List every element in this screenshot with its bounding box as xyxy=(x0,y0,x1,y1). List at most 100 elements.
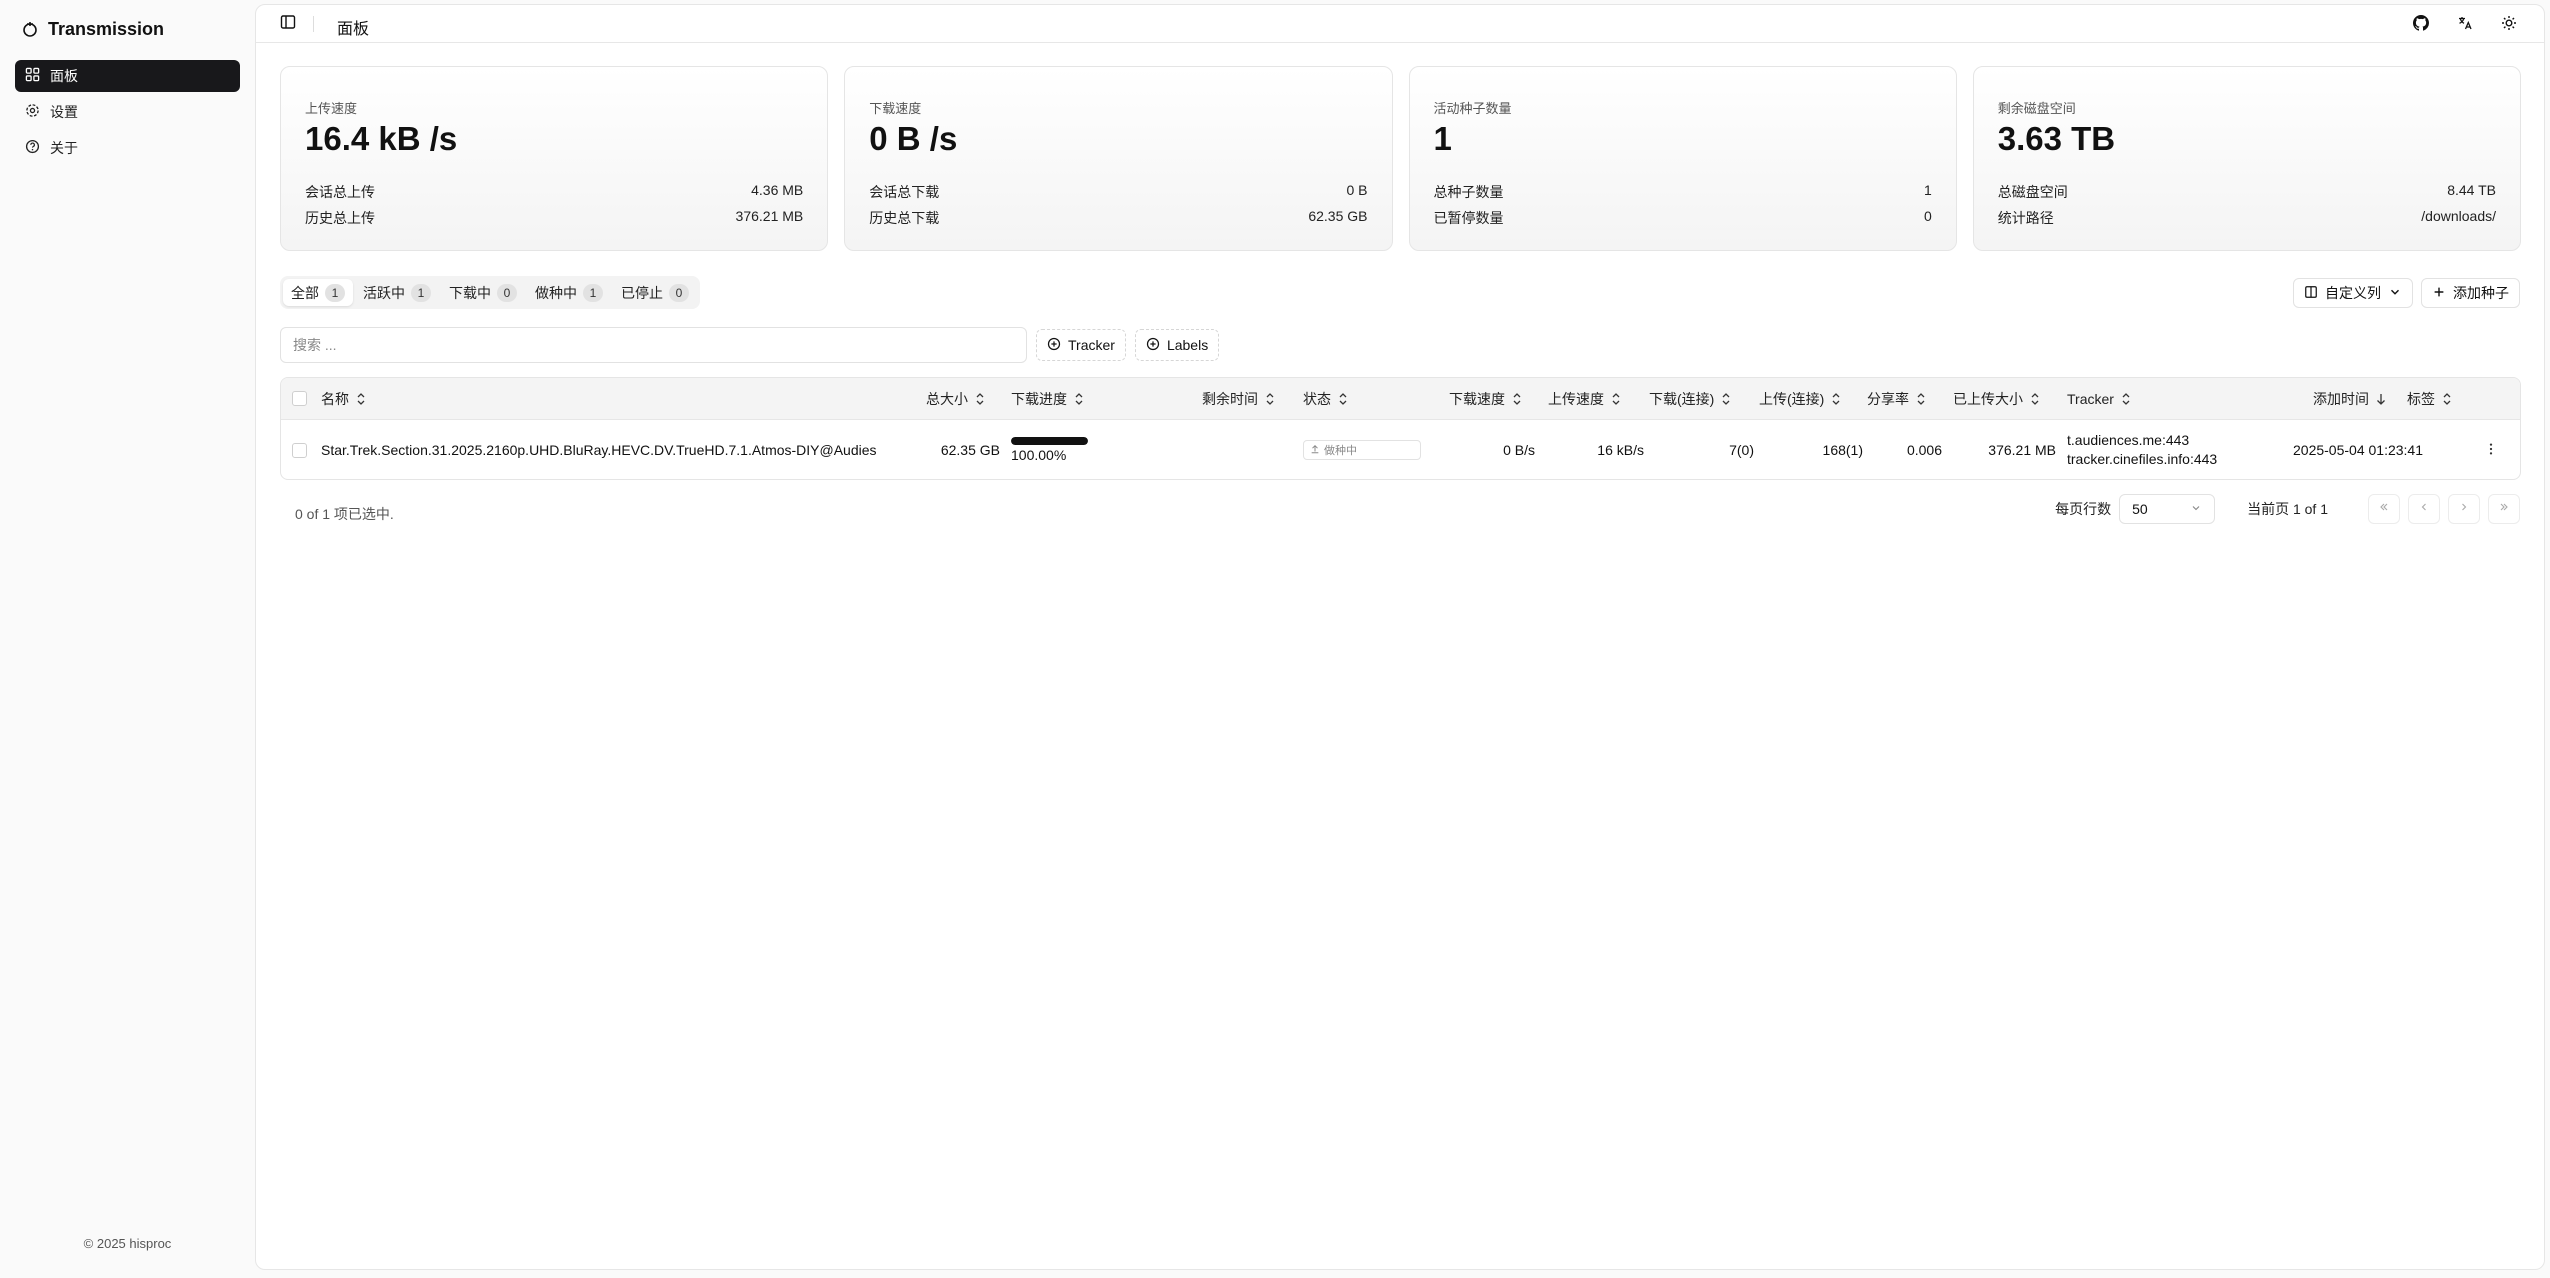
stats-cards: 上传速度 16.4 kB /s 会话总上传 4.36 MB 历史总上传 376.21… xyxy=(280,66,2521,251)
search-input[interactable] xyxy=(280,327,1027,363)
col-added[interactable]: 添加时间 xyxy=(2313,378,2387,419)
arrow-down-icon xyxy=(2375,392,2387,406)
tab-active[interactable]: 活跃中 1 xyxy=(355,279,439,306)
sort-icon xyxy=(1915,392,1927,406)
custom-columns-button[interactable]: 自定义列 xyxy=(2293,278,2413,308)
col-size[interactable]: 总大小 xyxy=(926,378,986,419)
col-tracker[interactable]: Tracker xyxy=(2067,378,2132,419)
tracker-filter-button[interactable]: Tracker xyxy=(1036,329,1126,361)
torrent-upload-speed: 16 kB/s xyxy=(1597,442,1644,458)
row-checkbox[interactable] xyxy=(292,442,307,458)
card-value: 3.63 TB xyxy=(1997,120,2116,157)
rows-per-page-select[interactable]: 50 xyxy=(2119,494,2216,524)
col-labels[interactable]: 标签 xyxy=(2407,378,2453,419)
topbar: 面板 xyxy=(256,5,2544,43)
tab-count: 1 xyxy=(411,283,431,302)
brand[interactable]: Transmission xyxy=(22,16,164,42)
first-page-button[interactable] xyxy=(2368,494,2400,524)
row-value: 8.44 TB xyxy=(2447,182,2496,198)
status-tabs: 全部 1 活跃中 1 下载中 0 做种中 1 已停止 0 xyxy=(280,276,700,309)
add-torrent-button[interactable]: 添加种子 xyxy=(2421,278,2520,308)
col-ratio[interactable]: 分享率 xyxy=(1867,378,1927,419)
col-label: 标签 xyxy=(2407,390,2435,407)
row-label: 历史总下载 xyxy=(869,210,940,226)
topbar-actions xyxy=(2408,13,2522,37)
sort-icon xyxy=(1264,392,1276,406)
selection-summary: 0 of 1 项已选中. xyxy=(295,506,394,522)
col-label: 下载(连接) xyxy=(1649,390,1715,407)
button-label: Labels xyxy=(1166,337,1209,353)
col-download-peers[interactable]: 下载(连接) xyxy=(1649,378,1732,419)
torrent-status-cell: 做种中 xyxy=(1303,420,1421,479)
row-label: 已暂停数量 xyxy=(1433,210,1504,226)
upload-speed-card: 上传速度 16.4 kB /s 会话总上传 4.36 MB 历史总上传 376.21… xyxy=(280,66,829,251)
row-value: 1 xyxy=(1923,182,1932,198)
card-row: 会话总下载 0 B xyxy=(869,182,1367,202)
table-actions: 自定义列 添加种子 xyxy=(2293,278,2520,308)
sidebar-item-dashboard[interactable]: 面板 xyxy=(15,60,240,92)
chevron-right-icon xyxy=(2458,500,2470,518)
button-label: 添加种子 xyxy=(2453,285,2509,301)
progress-fill xyxy=(1011,437,1088,445)
labels-filter-button[interactable]: Labels xyxy=(1134,329,1220,361)
col-label: 状态 xyxy=(1303,390,1331,407)
row-value: 376.21 MB xyxy=(735,208,804,224)
sidebar-item-label: 设置 xyxy=(50,104,78,120)
page-title: 面板 xyxy=(337,21,370,38)
pagination: 每页行数 50 当前页 1 of 1 xyxy=(2055,493,2520,525)
tracker-host: tracker.cinefiles.info:443 xyxy=(2067,451,2218,467)
plus-circle-icon xyxy=(1047,337,1061,354)
sidebar-item-settings[interactable]: 设置 xyxy=(15,96,240,128)
tab-count: 1 xyxy=(325,283,345,302)
disk-space-card: 剩余磁盘空间 3.63 TB 总磁盘空间 8.44 TB 统计路径/downloa… xyxy=(1972,66,2521,251)
sidebar-item-about[interactable]: 关于 xyxy=(15,132,240,164)
card-row: 已暂停数量 0 xyxy=(1434,208,1932,228)
table-row[interactable]: Star.Trek.Section.31.2025.2160p.UHD.BluR… xyxy=(281,420,2520,479)
card-label: 活动种子数量 xyxy=(1433,101,1512,116)
col-label: 剩余时间 xyxy=(1202,390,1258,407)
col-name[interactable]: 名称 xyxy=(321,378,367,419)
card-row: 历史总下载 62.35 GB xyxy=(869,208,1367,228)
sort-icon xyxy=(355,392,367,406)
plus-circle-icon xyxy=(1146,337,1160,354)
torrent-name[interactable]: Star.Trek.Section.31.2025.2160p.UHD.BluR… xyxy=(321,420,877,479)
col-download-speed[interactable]: 下载速度 xyxy=(1449,378,1523,419)
col-status[interactable]: 状态 xyxy=(1303,378,1349,419)
col-label: 上传速度 xyxy=(1548,390,1604,407)
row-label: 总种子数量 xyxy=(1433,184,1504,200)
last-page-button[interactable] xyxy=(2488,494,2520,524)
theme-toggle-button[interactable] xyxy=(2496,13,2522,37)
language-button[interactable] xyxy=(2452,13,2478,37)
tab-label: 全部 xyxy=(291,284,319,301)
col-uploaded[interactable]: 已上传大小 xyxy=(1953,378,2041,419)
main-panel: 面板 上传速度 16.4 kB /s 会话总上传 4.36 MB 历史总上传 3… xyxy=(255,4,2545,1270)
progress-text: 100.00% xyxy=(1011,447,1067,463)
sort-icon xyxy=(2029,392,2041,406)
col-progress[interactable]: 下载进度 xyxy=(1011,378,1085,419)
next-page-button[interactable] xyxy=(2448,494,2480,524)
col-upload-speed[interactable]: 上传速度 xyxy=(1548,378,1622,419)
col-eta[interactable]: 剩余时间 xyxy=(1202,378,1276,419)
col-upload-peers[interactable]: 上传(连接) xyxy=(1759,378,1842,419)
row-value: 0 xyxy=(1923,208,1932,224)
tab-all[interactable]: 全部 1 xyxy=(283,279,353,306)
row-select-cell xyxy=(292,420,307,479)
col-label: Tracker xyxy=(2067,390,2114,407)
status-badge: 做种中 xyxy=(1303,440,1421,460)
row-label: 总磁盘空间 xyxy=(1997,184,2068,200)
tab-stopped[interactable]: 已停止 0 xyxy=(613,279,697,306)
prev-page-button[interactable] xyxy=(2408,494,2440,524)
card-row: 统计路径/downloads/ xyxy=(1998,208,2496,228)
select-all-checkbox[interactable] xyxy=(292,391,307,406)
button-label: 自定义列 xyxy=(2325,285,2381,301)
github-button[interactable] xyxy=(2408,13,2434,37)
row-label: 会话总下载 xyxy=(869,184,940,200)
tab-seeding[interactable]: 做种中 1 xyxy=(527,279,611,306)
row-actions-cell xyxy=(2481,420,2501,479)
dashboard-icon xyxy=(25,67,40,85)
row-menu-button[interactable] xyxy=(2481,440,2501,460)
card-value: 16.4 kB /s xyxy=(305,120,458,157)
tab-downloading[interactable]: 下载中 0 xyxy=(441,279,525,306)
sidebar-toggle-button[interactable] xyxy=(278,14,298,34)
row-label: 历史总上传 xyxy=(305,210,375,226)
